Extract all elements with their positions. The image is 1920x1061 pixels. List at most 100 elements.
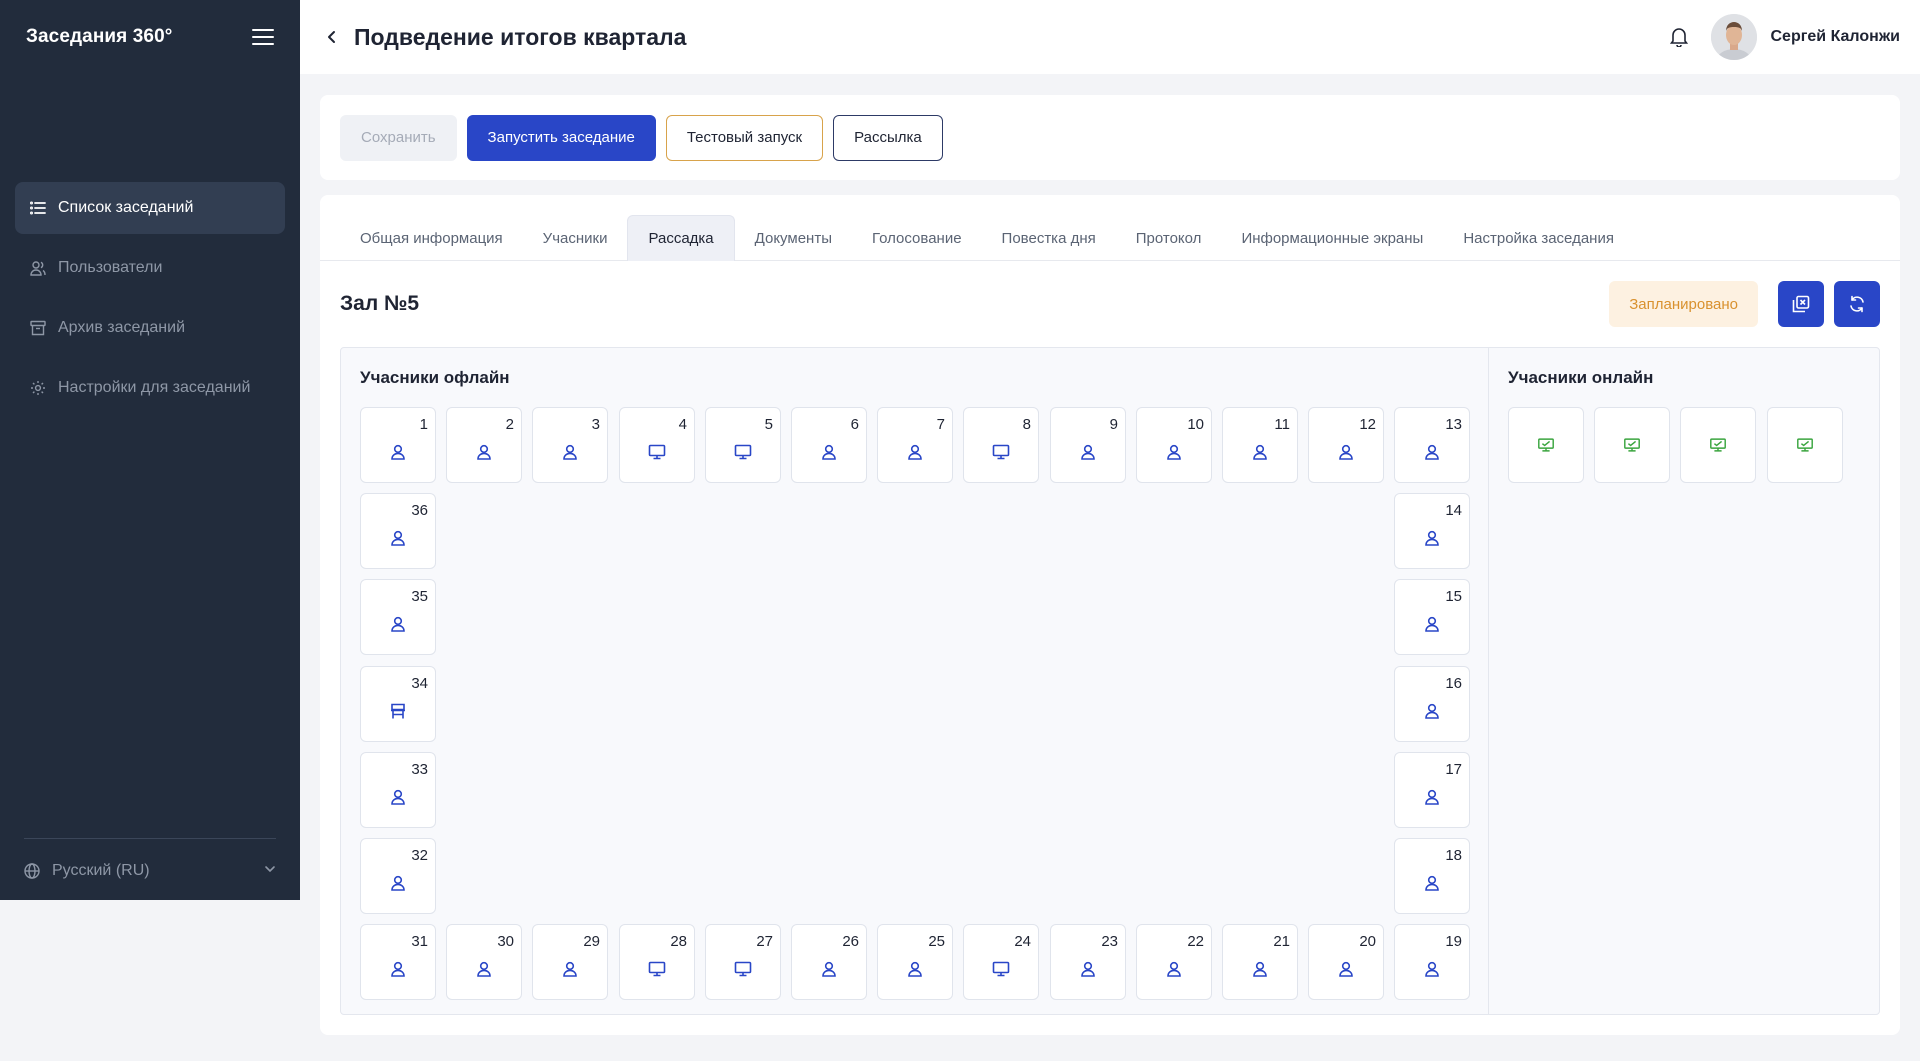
tab-seating[interactable]: Рассадка (627, 215, 735, 261)
seat[interactable]: 14 (1394, 493, 1470, 569)
seat[interactable]: 28 (619, 924, 695, 1000)
seat[interactable]: 9 (1050, 407, 1126, 483)
monitor-icon (648, 960, 666, 978)
seat[interactable]: 4 (619, 407, 695, 483)
notifications-button[interactable] (1665, 23, 1693, 51)
tab-agenda[interactable]: Повестка дня (982, 215, 1116, 261)
action-toolbar: Сохранить Запустить заседание Тестовый з… (320, 95, 1900, 180)
seat[interactable]: 15 (1394, 579, 1470, 655)
seat[interactable]: 3 (532, 407, 608, 483)
seat[interactable]: 10 (1136, 407, 1212, 483)
monitor-icon (992, 960, 1010, 978)
avatar[interactable] (1710, 14, 1757, 60)
mailing-button[interactable]: Рассылка (833, 114, 943, 161)
seat[interactable]: 12 (1308, 407, 1384, 483)
seat[interactable]: 7 (877, 407, 953, 483)
seat[interactable]: 29 (532, 924, 608, 1000)
seat[interactable]: 35 (360, 579, 436, 655)
seat[interactable]: 13 (1394, 407, 1470, 483)
seat[interactable] (1680, 407, 1756, 483)
seat-number: 3 (591, 416, 600, 433)
person-icon (475, 443, 493, 461)
seat[interactable]: 1 (360, 407, 436, 483)
sidebar-item-users[interactable]: Пользователи (15, 242, 285, 294)
person-icon (389, 615, 407, 633)
clear-seating-button[interactable] (1778, 281, 1824, 327)
test-run-button[interactable]: Тестовый запуск (665, 114, 824, 161)
seat[interactable]: 6 (791, 407, 867, 483)
seat[interactable]: 23 (1050, 924, 1126, 1000)
seat[interactable]: 32 (360, 838, 436, 914)
seat-number: 13 (1445, 416, 1462, 433)
tab-documents[interactable]: Документы (735, 215, 852, 261)
seat[interactable]: 22 (1136, 924, 1212, 1000)
seat-number: 23 (1101, 933, 1118, 950)
seat-number: 31 (411, 933, 428, 950)
seat-number: 35 (411, 588, 428, 605)
seat[interactable]: 26 (791, 924, 867, 1000)
monitor-icon (648, 443, 666, 461)
seat[interactable]: 36 (360, 493, 436, 569)
sidebar-item-meetings[interactable]: Список заседаний (15, 182, 285, 234)
seat[interactable]: 5 (705, 407, 781, 483)
seat[interactable]: 18 (1394, 838, 1470, 914)
person-icon (561, 443, 579, 461)
section-divider (1488, 348, 1489, 1014)
save-button[interactable]: Сохранить (340, 114, 457, 161)
seat[interactable] (1767, 407, 1843, 483)
person-icon (906, 960, 924, 978)
seat[interactable]: 11 (1222, 407, 1298, 483)
offline-section-title: Учасники офлайн (360, 368, 510, 387)
online-monitor-icon (1709, 436, 1727, 454)
seat[interactable]: 27 (705, 924, 781, 1000)
sidebar-item-label: Архив заседаний (58, 319, 185, 336)
back-button[interactable] (318, 23, 346, 51)
seat[interactable]: 20 (1308, 924, 1384, 1000)
seat-number: 27 (756, 933, 773, 950)
users-icon (30, 260, 46, 276)
seat-number: 4 (678, 416, 687, 433)
person-icon (1423, 788, 1441, 806)
chair-icon (389, 702, 407, 720)
seat[interactable]: 31 (360, 924, 436, 1000)
seat[interactable] (1594, 407, 1670, 483)
bell-icon (1669, 28, 1688, 47)
seat[interactable]: 33 (360, 752, 436, 828)
seat[interactable]: 21 (1222, 924, 1298, 1000)
tab-participants[interactable]: Учасники (523, 215, 628, 261)
sidebar-item-archive[interactable]: Архив заседаний (15, 302, 285, 354)
seat[interactable]: 30 (446, 924, 522, 1000)
refresh-button[interactable] (1834, 281, 1880, 327)
person-icon (820, 960, 838, 978)
seat[interactable]: 34 (360, 666, 436, 742)
person-icon (1423, 615, 1441, 633)
tab-general-info[interactable]: Общая информация (340, 215, 523, 261)
seat[interactable]: 17 (1394, 752, 1470, 828)
seat[interactable]: 8 (963, 407, 1039, 483)
main-card: Общая информация Учасники Рассадка Докум… (320, 195, 1900, 1035)
tab-info-screens[interactable]: Информационные экраны (1221, 215, 1443, 261)
seat[interactable]: 2 (446, 407, 522, 483)
language-select[interactable]: Русский (RU) (24, 845, 276, 897)
seat[interactable]: 19 (1394, 924, 1470, 1000)
chevron-left-icon (328, 31, 335, 43)
seat-number: 36 (411, 502, 428, 519)
seat[interactable] (1508, 407, 1584, 483)
start-meeting-button[interactable]: Запустить заседание (466, 114, 656, 161)
person-icon (1423, 702, 1441, 720)
menu-toggle-icon[interactable] (252, 29, 274, 45)
seat-number: 15 (1445, 588, 1462, 605)
seat[interactable]: 25 (877, 924, 953, 1000)
person-icon (1337, 960, 1355, 978)
tab-protocol[interactable]: Протокол (1116, 215, 1222, 261)
status-badge: Запланировано (1609, 281, 1758, 327)
person-icon (1251, 960, 1269, 978)
tab-meeting-settings[interactable]: Настройка заседания (1443, 215, 1634, 261)
sidebar-item-settings[interactable]: Настройки для заседаний (15, 362, 285, 414)
seat[interactable]: 16 (1394, 666, 1470, 742)
person-icon (1079, 960, 1097, 978)
tab-voting[interactable]: Голосование (852, 215, 982, 261)
seat[interactable]: 24 (963, 924, 1039, 1000)
online-monitor-icon (1623, 436, 1641, 454)
page-title: Подведение итогов квартала (354, 23, 687, 50)
